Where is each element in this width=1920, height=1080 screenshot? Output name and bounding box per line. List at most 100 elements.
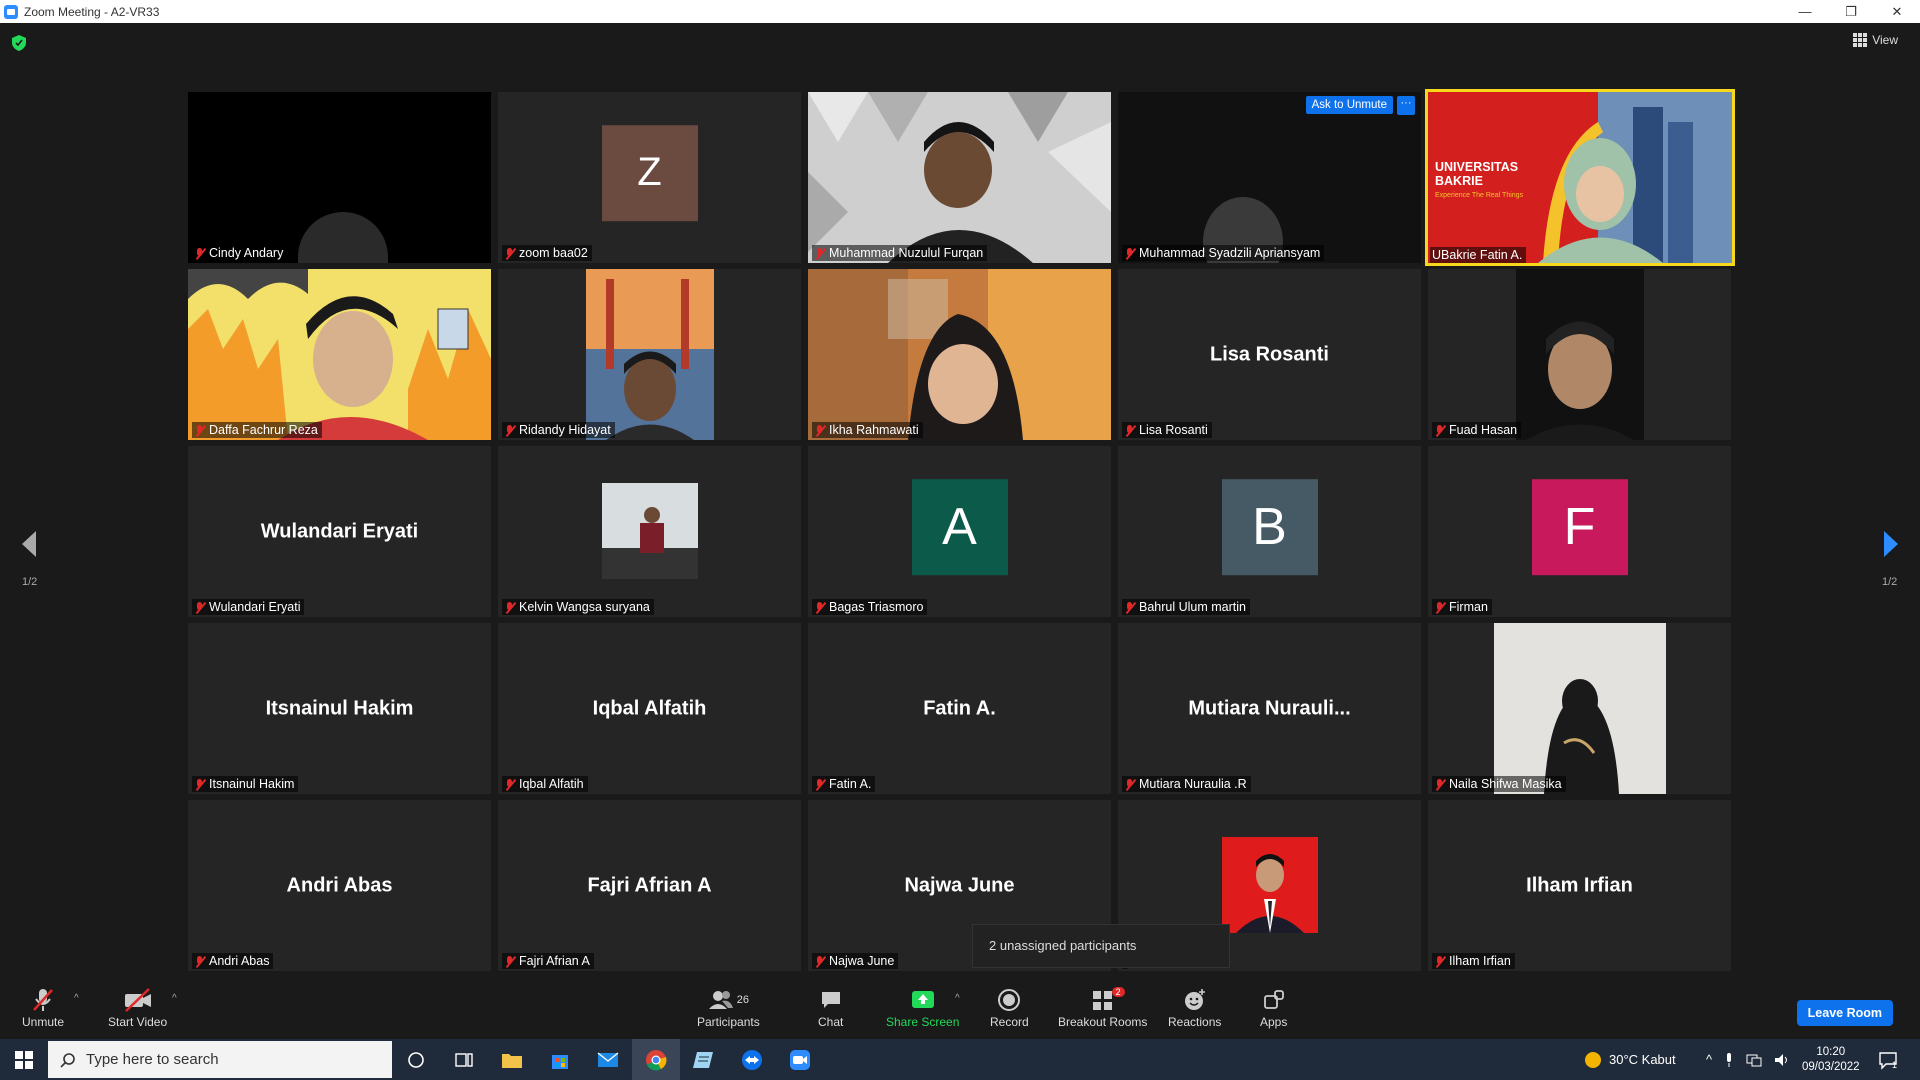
apps-button[interactable]: Apps <box>1260 987 1287 1029</box>
slide-title: UNIVERSITAS BAKRIE <box>1435 160 1519 188</box>
participant-display-name: Ilham Irfian <box>1526 874 1633 896</box>
restore-button[interactable]: ❐ <box>1828 0 1874 23</box>
windows-taskbar: Type here to search 30°C Kabut ^ 10:20 0… <box>0 1039 1920 1080</box>
view-label: View <box>1872 33 1898 47</box>
participant-tile[interactable]: Daffa Fachrur Reza <box>188 269 491 440</box>
leave-room-button[interactable]: Leave Room <box>1796 1000 1893 1026</box>
chat-button[interactable]: Chat <box>818 987 843 1029</box>
video-options-caret-icon[interactable]: ^ <box>172 993 177 1004</box>
task-view-button[interactable] <box>440 1039 488 1080</box>
encryption-shield-icon[interactable] <box>12 35 26 51</box>
network-icon[interactable] <box>1746 1053 1762 1067</box>
search-placeholder: Type here to search <box>86 1051 219 1068</box>
share-options-caret-icon[interactable]: ^ <box>955 993 960 1004</box>
audio-options-caret-icon[interactable]: ^ <box>74 993 79 1004</box>
participant-tile[interactable]: Cindy Andary <box>188 92 491 263</box>
participant-name-tag: Lisa Rosanti <box>1122 422 1212 438</box>
participant-tile[interactable]: Fatin A. Fatin A. <box>808 623 1111 794</box>
participant-name-tag: UBakrie Fatin A. <box>1430 247 1527 263</box>
volume-icon[interactable] <box>1774 1053 1790 1067</box>
record-button[interactable]: Record <box>990 987 1029 1029</box>
participant-tile[interactable]: Fuad Hasan <box>1428 269 1731 440</box>
participant-tile[interactable]: Muhammad Nuzulul Furqan <box>808 92 1111 263</box>
record-icon <box>998 989 1021 1011</box>
share-screen-button[interactable]: Share Screen <box>886 987 959 1029</box>
participant-tile[interactable]: Iqbal Alfatih Iqbal Alfatih <box>498 623 801 794</box>
participant-name-tag: Cindy Andary <box>192 245 288 261</box>
participant-tile[interactable]: Kelvin Wangsa suryana <box>498 446 801 617</box>
participant-name-tag: Ilham Irfian <box>1432 953 1515 969</box>
participant-tile[interactable]: Z zoom baa02 <box>498 92 801 263</box>
participant-name-tag: Daffa Fachrur Reza <box>192 422 322 438</box>
muted-mic-icon <box>1434 778 1446 791</box>
participant-display-name: Fatin A. <box>923 697 996 719</box>
notes-taskbar-button[interactable] <box>680 1039 728 1080</box>
participant-display-name: Iqbal Alfatih <box>592 697 707 719</box>
file-explorer-taskbar-button[interactable] <box>488 1039 536 1080</box>
participant-tile[interactable]: Naila Shifwa Masika <box>1428 623 1731 794</box>
weather-widget[interactable]: 30°C Kabut <box>1583 1039 1676 1080</box>
participant-tile[interactable]: Ikha Rahmawati <box>808 269 1111 440</box>
zoom-taskbar-button[interactable] <box>776 1039 824 1080</box>
participant-name-tag: Kelvin Wangsa suryana <box>502 599 654 615</box>
participant-tile[interactable]: Ask to Unmute ··· Muhammad Syadzili Apri… <box>1118 92 1421 263</box>
participant-tile[interactable]: Itsnainul Hakim Itsnainul Hakim <box>188 623 491 794</box>
view-button[interactable]: View <box>1853 33 1898 47</box>
microphone-icon[interactable] <box>1724 1052 1734 1068</box>
participants-button[interactable]: 26 Participants <box>697 987 760 1029</box>
start-button[interactable] <box>0 1039 48 1080</box>
muted-mic-icon <box>1434 424 1446 437</box>
close-button[interactable]: ✕ <box>1874 0 1920 23</box>
unmute-button[interactable]: Unmute <box>22 987 64 1029</box>
video-off-icon <box>124 988 151 1012</box>
teamviewer-taskbar-button[interactable] <box>728 1039 776 1080</box>
system-tray: ^ <box>1706 1039 1790 1080</box>
minimize-button[interactable]: — <box>1782 0 1828 23</box>
participant-tile[interactable]: F Firman <box>1428 446 1731 617</box>
active-speaker-tile[interactable]: UNIVERSITAS BAKRIE Experience The Real T… <box>1425 89 1735 266</box>
video-feed <box>1494 623 1666 794</box>
taskbar-search-box[interactable]: Type here to search <box>48 1041 392 1078</box>
participant-tile[interactable]: A Bagas Triasmoro <box>808 446 1111 617</box>
participant-tile[interactable]: Lisa Rosanti Lisa Rosanti <box>1118 269 1421 440</box>
muted-mic-icon <box>814 955 826 968</box>
mail-envelope-icon <box>597 1051 619 1067</box>
start-video-button[interactable]: Start Video <box>108 987 167 1029</box>
chrome-taskbar-button[interactable] <box>632 1039 680 1080</box>
taskbar-clock[interactable]: 10:20 09/03/2022 <box>1802 1039 1860 1080</box>
avatar: B <box>1221 478 1318 575</box>
participant-name-tag: Andri Abas <box>192 953 274 969</box>
cortana-button[interactable] <box>392 1039 440 1080</box>
muted-mic-icon <box>194 424 206 437</box>
more-options-button[interactable]: ··· <box>1397 96 1415 115</box>
participant-tile[interactable]: Ilham Irfian Ilham Irfian <box>1428 800 1731 971</box>
unassigned-participants-tooltip: 2 unassigned participants <box>972 924 1230 968</box>
previous-page-arrow-icon[interactable] <box>20 529 38 559</box>
participant-name-tag: Muhammad Nuzulul Furqan <box>812 245 988 261</box>
participant-tile[interactable]: B Bahrul Ulum martin <box>1118 446 1421 617</box>
next-page-arrow-icon[interactable] <box>1882 529 1900 559</box>
participant-tile[interactable]: Fajri Afrian A Fajri Afrian A <box>498 800 801 971</box>
mail-taskbar-button[interactable] <box>584 1039 632 1080</box>
muted-mic-icon <box>1124 424 1136 437</box>
breakout-badge: 2 <box>1111 987 1125 997</box>
store-taskbar-button[interactable] <box>536 1039 584 1080</box>
muted-mic-icon <box>814 247 826 260</box>
participant-tile[interactable]: Ridandy Hidayat <box>498 269 801 440</box>
breakout-rooms-button[interactable]: 2 Breakout Rooms <box>1058 987 1147 1029</box>
ask-to-unmute-button[interactable]: Ask to Unmute <box>1305 96 1393 114</box>
muted-mic-icon <box>194 601 206 614</box>
participant-tile[interactable]: Mutiara Nurauli... Mutiara Nuraulia .R <box>1118 623 1421 794</box>
tray-overflow-chevron-icon[interactable]: ^ <box>1706 1052 1712 1067</box>
participant-name-tag: Najwa June <box>812 953 899 969</box>
reactions-button[interactable]: Reactions <box>1168 987 1221 1029</box>
smiley-plus-icon <box>1184 989 1205 1010</box>
participant-name-tag: Wulandari Eryati <box>192 599 305 615</box>
grid-view-icon <box>1853 33 1868 47</box>
action-center-button[interactable]: 1 <box>1878 1039 1897 1080</box>
folder-icon <box>502 1053 522 1068</box>
participant-name-tag: Bahrul Ulum martin <box>1122 599 1250 615</box>
participant-name-tag: Fatin A. <box>812 776 876 792</box>
participant-tile[interactable]: Wulandari Eryati Wulandari Eryati <box>188 446 491 617</box>
participant-tile[interactable]: Andri Abas Andri Abas <box>188 800 491 971</box>
